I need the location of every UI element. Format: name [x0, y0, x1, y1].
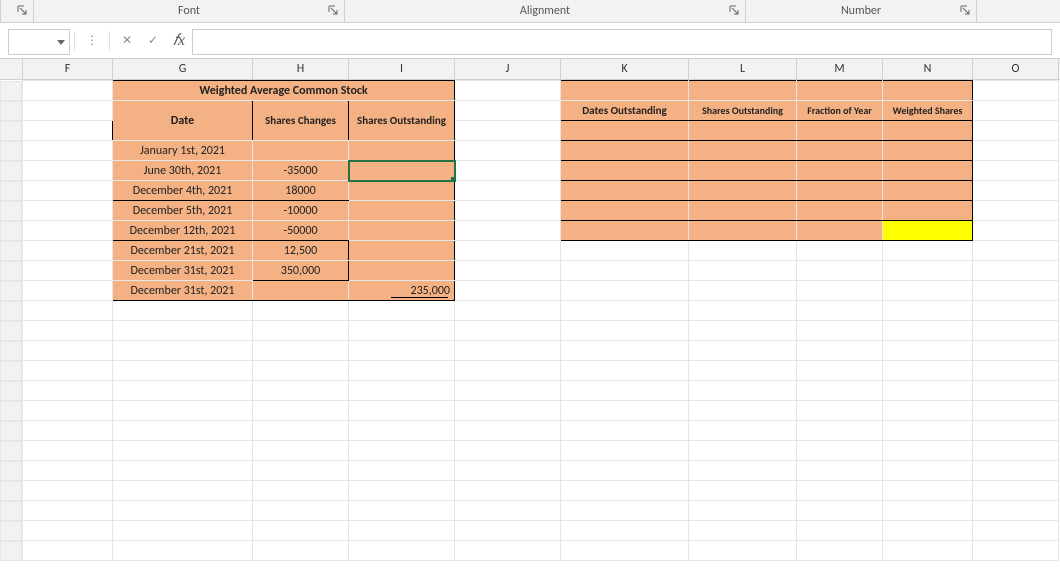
table2-hdr-fraction: Fraction of Year	[797, 101, 883, 121]
more-icon[interactable]: ⋮	[79, 29, 105, 52]
table1-hdr-changes: Shares Changes	[253, 101, 349, 141]
dialog-launcher-icon[interactable]	[727, 3, 741, 17]
formula-input[interactable]	[192, 29, 1052, 55]
col-header[interactable]: L	[689, 59, 797, 79]
cell[interactable]: 350,000	[253, 261, 349, 281]
column-headers: F G H I J K L M N O	[0, 59, 1060, 80]
table1-title: Weighted Average Common Stock	[113, 81, 455, 101]
cell[interactable]: December 5th, 2021	[113, 201, 253, 221]
cell[interactable]: December 31st, 2021	[113, 281, 253, 301]
insert-function-button[interactable]: 𝑓x	[166, 29, 192, 52]
cell[interactable]: -35000	[253, 161, 349, 181]
ribbon-group-font-label: Font	[178, 4, 200, 18]
cell[interactable]: December 12th, 2021	[113, 221, 253, 241]
cell[interactable]: December 21st, 2021	[113, 241, 253, 261]
cell-grid[interactable]: Weighted Average Common Stock Date Share…	[0, 80, 1059, 561]
table2-hdr-weighted: Weighted Shares	[883, 101, 973, 121]
table1-hdr-date: Date	[113, 101, 253, 141]
chevron-down-icon[interactable]	[57, 40, 65, 45]
ribbon-group-number-label: Number	[841, 4, 881, 18]
cell[interactable]	[253, 141, 349, 161]
dialog-launcher-icon[interactable]	[15, 3, 29, 17]
cell[interactable]: -10000	[253, 201, 349, 221]
dialog-launcher-icon[interactable]	[958, 3, 972, 17]
cell[interactable]	[253, 281, 349, 301]
cell[interactable]: June 30th, 2021	[113, 161, 253, 181]
col-header[interactable]: M	[797, 59, 883, 79]
cell[interactable]	[349, 141, 455, 161]
enter-button[interactable]: ✓	[140, 29, 166, 52]
cell[interactable]: -50000	[253, 221, 349, 241]
table2-hdr-dates: Dates Outstanding	[561, 101, 689, 121]
select-all-corner[interactable]	[0, 59, 23, 79]
col-header[interactable]: J	[455, 59, 561, 79]
cell[interactable]	[349, 181, 455, 201]
col-header[interactable]: K	[561, 59, 689, 79]
selected-cell[interactable]	[349, 161, 455, 181]
col-header[interactable]: G	[113, 59, 253, 79]
dialog-launcher-icon[interactable]	[326, 3, 340, 17]
cell[interactable]: 235,000	[349, 281, 455, 301]
ribbon-group-alignment: Alignment	[345, 0, 745, 22]
cell[interactable]: January 1st, 2021	[113, 141, 253, 161]
cell[interactable]	[349, 241, 455, 261]
row-header[interactable]	[0, 81, 22, 101]
cancel-button[interactable]: ✕	[114, 29, 140, 52]
cell[interactable]: December 31st, 2021	[113, 261, 253, 281]
cell[interactable]	[349, 201, 455, 221]
col-header[interactable]: I	[349, 59, 455, 79]
col-header[interactable]: H	[253, 59, 349, 79]
ribbon-group-font: Font	[34, 0, 344, 22]
cell[interactable]	[349, 221, 455, 241]
cell[interactable]: 12,500	[253, 241, 349, 261]
ribbon-group-number: Number	[746, 0, 976, 22]
ribbon-group-alignment-label: Alignment	[520, 4, 570, 18]
worksheet[interactable]: F G H I J K L M N O	[0, 59, 1060, 561]
col-header[interactable]: F	[23, 59, 113, 79]
name-box[interactable]	[8, 29, 70, 55]
col-header[interactable]: N	[883, 59, 973, 79]
cell[interactable]: 18000	[253, 181, 349, 201]
cell[interactable]: December 4th, 2021	[113, 181, 253, 201]
formula-bar-row: ⋮ ✕ ✓ 𝑓x	[0, 23, 1060, 59]
table1-hdr-outstanding: Shares Outstanding	[349, 101, 455, 141]
cell[interactable]	[349, 261, 455, 281]
ribbon-group-bar: Font Alignment Number	[0, 0, 1060, 23]
table2-hdr-shares: Shares Outstanding	[689, 101, 797, 121]
ribbon-group-left	[1, 0, 33, 22]
col-header[interactable]: O	[973, 59, 1059, 79]
